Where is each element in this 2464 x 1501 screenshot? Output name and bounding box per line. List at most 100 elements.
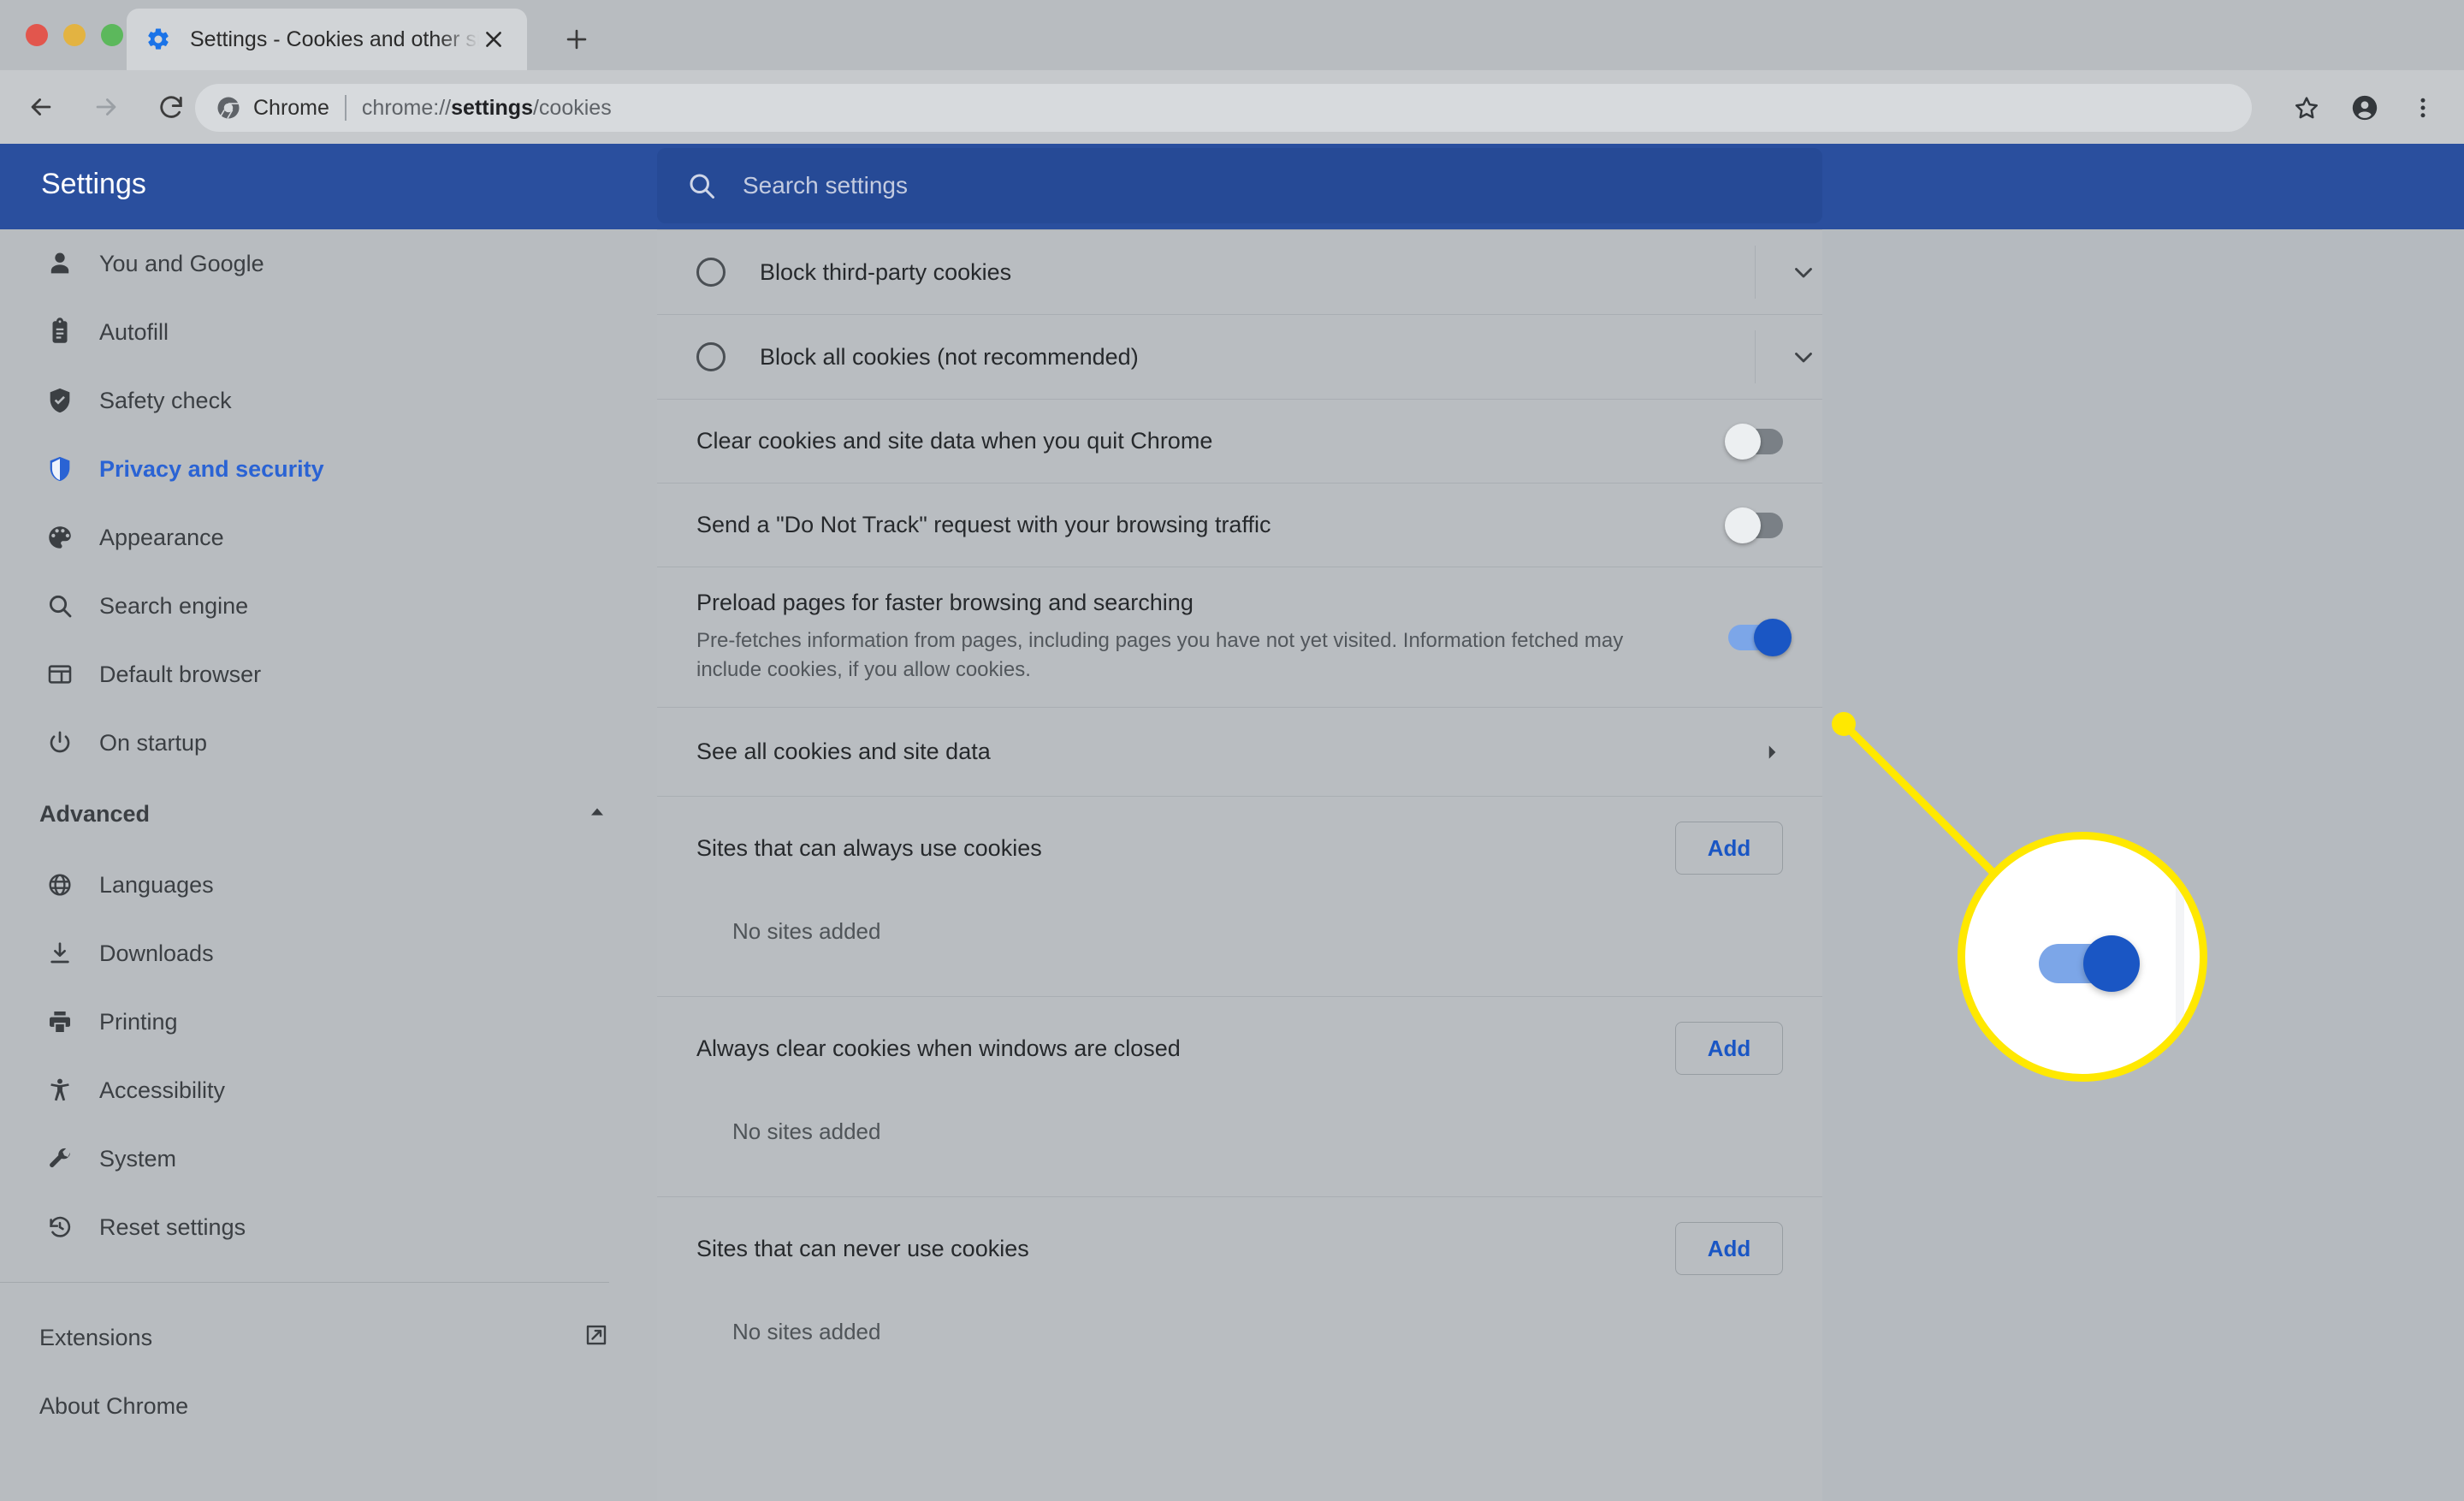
cookie-option-block-all[interactable]: Block all cookies (not recommended) [657,314,1822,399]
sidebar-item-label: On startup [99,729,208,756]
sidebar-item-label: Printing [99,1008,178,1035]
toolbar-right-actions [2281,82,2449,133]
toggle-knob [1754,618,1792,656]
sidebar-item-safety-check[interactable]: Safety check [0,366,657,435]
close-traffic-light[interactable] [26,24,48,46]
empty-state-text: No sites added [732,1118,881,1145]
see-all-cookies-row[interactable]: See all cookies and site data [657,707,1822,796]
chrome-logo-icon [216,95,241,121]
reload-icon[interactable] [147,83,195,131]
sidebar-item-printing[interactable]: Printing [0,988,657,1056]
account-avatar-icon[interactable] [2339,82,2390,133]
sidebar-item-you-and-google[interactable]: You and Google [0,229,657,298]
browser-tab[interactable]: Settings - Cookies and other si [127,9,527,70]
toggle-switch[interactable] [1725,423,1783,460]
sidebar-item-label: Languages [99,871,214,898]
sidebar-item-label: Accessibility [99,1077,226,1103]
add-button[interactable]: Add [1675,1022,1783,1076]
chevron-up-icon[interactable] [585,799,609,829]
sidebar-item-privacy-and-security[interactable]: Privacy and security [0,435,657,503]
add-button[interactable]: Add [1675,822,1783,875]
download-icon [41,934,79,972]
empty-state-text: No sites added [732,918,881,945]
sidebar-item-extensions[interactable]: Extensions [0,1303,657,1372]
minimize-traffic-light[interactable] [63,24,86,46]
add-button[interactable]: Add [1675,1222,1783,1276]
sidebar-item-label: Extensions [39,1324,153,1350]
power-icon [41,724,79,762]
sidebar-item-autofill[interactable]: Autofill [0,298,657,366]
settings-sidebar: You and Google Autofill Safety check Pri… [0,229,657,1501]
three-dot-menu-icon[interactable] [2397,82,2449,133]
close-icon[interactable] [479,25,508,54]
sidebar-item-on-startup[interactable]: On startup [0,709,657,777]
tab-title: Settings - Cookies and other si [190,27,479,51]
toggle-switch[interactable] [1725,507,1783,543]
accessibility-icon [41,1071,79,1109]
magnified-toggle-preview [1958,832,2207,1082]
magnified-card-edge [2176,839,2184,1074]
setting-clear-cookies-on-quit[interactable]: Clear cookies and site data when you qui… [657,399,1822,483]
setting-title: Send a "Do Not Track" request with your … [696,512,1271,537]
sidebar-item-downloads[interactable]: Downloads [0,919,657,988]
sidebar-item-search-engine[interactable]: Search engine [0,572,657,640]
sidebar-item-label: Privacy and security [99,455,324,482]
shield-check-icon [41,382,79,419]
sidebar-item-label: Appearance [99,524,224,550]
settings-main-content: Block third-party cookies Block all cook… [657,229,1822,1501]
sidebar-item-default-browser[interactable]: Default browser [0,640,657,709]
chevron-down-icon[interactable] [1785,253,1822,291]
sidebar-section-advanced[interactable]: Advanced [0,777,657,851]
person-icon [41,245,79,282]
setting-do-not-track[interactable]: Send a "Do Not Track" request with your … [657,483,1822,567]
setting-title: Clear cookies and site data when you qui… [696,428,1213,454]
sidebar-item-appearance[interactable]: Appearance [0,503,657,572]
sidebar-item-reset-settings[interactable]: Reset settings [0,1193,657,1261]
palette-icon [41,519,79,556]
gear-icon [145,27,171,52]
preload-pages-toggle[interactable] [1728,618,1792,656]
back-arrow-icon[interactable] [17,83,65,131]
radio-button[interactable] [696,342,726,371]
search-settings-box[interactable] [657,148,1822,223]
chevron-down-icon[interactable] [1785,338,1822,376]
sidebar-item-label: Default browser [99,661,262,687]
star-icon[interactable] [2281,82,2332,133]
site-group-always-allow: Sites that can always use cookies Add No… [657,796,1822,996]
maximize-traffic-light[interactable] [101,24,123,46]
sidebar-section-label: Advanced [39,800,151,827]
sidebar-divider [0,1282,609,1283]
shield-icon [41,450,79,488]
history-restore-icon [41,1208,79,1246]
omnibox-origin: Chrome [253,95,329,120]
cookie-option-block-third-party[interactable]: Block third-party cookies [657,229,1822,314]
magnified-toggle-track [2039,935,2140,992]
page-title: Settings [41,168,146,200]
row-divider [1755,330,1756,383]
omnibox-url: chrome://settings/cookies [362,96,612,121]
site-group-never-allow: Sites that can never use cookies Add No … [657,1196,1822,1397]
setting-description: Pre-fetches information from pages, incl… [696,629,1624,682]
toggle-knob [1725,423,1761,460]
forward-arrow-icon[interactable] [82,83,130,131]
url-suffix: /cookies [532,95,612,120]
new-tab-button[interactable] [556,19,597,60]
setting-preload-pages[interactable]: Preload pages for faster browsing and se… [657,567,1822,707]
window-traffic-lights [26,24,123,46]
search-input[interactable] [743,172,1793,199]
toggle-knob [1725,507,1761,543]
radio-button[interactable] [696,258,726,287]
address-bar[interactable]: Chrome chrome://settings/cookies [195,84,2252,132]
browser-toolbar: Chrome chrome://settings/cookies [0,70,2464,144]
sidebar-item-about-chrome[interactable]: About Chrome [0,1372,657,1440]
tab-strip: Settings - Cookies and other si [0,0,2464,70]
sidebar-item-languages[interactable]: Languages [0,851,657,919]
group-title: Always clear cookies when windows are cl… [696,1035,1181,1061]
sidebar-item-label: About Chrome [39,1392,189,1419]
chevron-right-icon[interactable] [1761,741,1783,763]
radio-label: Block third-party cookies [760,258,1012,285]
sidebar-item-label: Search engine [99,592,249,619]
sidebar-item-system[interactable]: System [0,1124,657,1193]
external-link-icon[interactable] [583,1322,609,1354]
sidebar-item-accessibility[interactable]: Accessibility [0,1056,657,1124]
